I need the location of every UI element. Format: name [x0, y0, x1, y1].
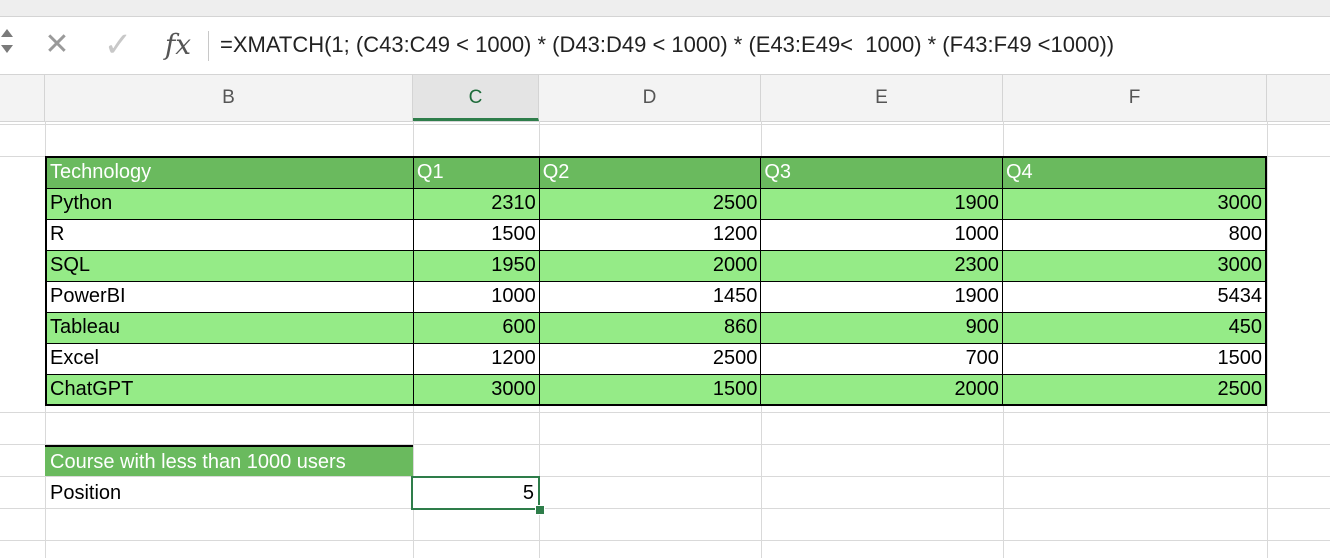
- cell-q1[interactable]: 1500: [412, 218, 540, 251]
- name-box-stepper[interactable]: [0, 23, 14, 59]
- cell-q3[interactable]: 1900: [760, 187, 1003, 220]
- cell-q4[interactable]: 5434: [1001, 280, 1267, 313]
- table-row: PowerBI 1000 1450 1900 5434: [45, 280, 1267, 313]
- cell-q1[interactable]: 1200: [412, 342, 540, 375]
- cell-q2[interactable]: 1500: [538, 373, 762, 406]
- cell-q1[interactable]: 600: [412, 311, 540, 344]
- select-all-corner[interactable]: [0, 75, 45, 121]
- summary-header-cell[interactable]: Course with less than 1000 users: [45, 445, 413, 476]
- technology-table: Technology Q1 Q2 Q3 Q4 Python 2310 2500 …: [45, 156, 1267, 406]
- column-header-c[interactable]: C: [413, 75, 539, 121]
- table-row: R 1500 1200 1000 800: [45, 218, 1267, 251]
- cell-technology[interactable]: ChatGPT: [45, 373, 414, 406]
- cell-q2[interactable]: 1450: [538, 280, 762, 313]
- cell-q2[interactable]: 2500: [538, 187, 762, 220]
- checkmark-icon[interactable]: ✓: [98, 25, 138, 65]
- column-header-b[interactable]: B: [45, 75, 413, 121]
- header-technology[interactable]: Technology: [45, 156, 414, 189]
- formula-bar: ✕ ✓ fx =XMATCH(1; (C43:C49 < 1000) * (D4…: [0, 17, 1330, 73]
- column-header-e[interactable]: E: [761, 75, 1003, 121]
- cell-technology[interactable]: Excel: [45, 342, 414, 375]
- cell-technology[interactable]: R: [45, 218, 414, 251]
- cell-q2[interactable]: 2500: [538, 342, 762, 375]
- formula-input[interactable]: =XMATCH(1; (C43:C49 < 1000) * (D43:D49 <…: [220, 27, 1114, 63]
- gridline: [0, 540, 1330, 541]
- close-icon[interactable]: ✕: [40, 25, 74, 65]
- position-label-cell[interactable]: Position: [45, 478, 413, 509]
- cell-q3[interactable]: 2300: [760, 249, 1003, 282]
- fill-handle[interactable]: [535, 505, 545, 515]
- cell-q2[interactable]: 2000: [538, 249, 762, 282]
- cell-q2[interactable]: 1200: [538, 218, 762, 251]
- table-row: Tableau 600 860 900 450: [45, 311, 1267, 344]
- table-header-row: Technology Q1 Q2 Q3 Q4: [45, 156, 1267, 189]
- insert-function-icon[interactable]: fx: [158, 25, 198, 65]
- gridline: [0, 412, 1330, 413]
- table-row: ChatGPT 3000 1500 2000 2500: [45, 373, 1267, 406]
- column-header-row: B C D E F: [0, 74, 1330, 122]
- window-top-strip: [0, 0, 1330, 17]
- cell-q4[interactable]: 1500: [1001, 342, 1267, 375]
- cell-technology[interactable]: PowerBI: [45, 280, 414, 313]
- cell-q3[interactable]: 900: [760, 311, 1003, 344]
- gridline: [1267, 121, 1268, 558]
- table-row: Python 2310 2500 1900 3000: [45, 187, 1267, 220]
- cell-technology[interactable]: Tableau: [45, 311, 414, 344]
- cell-q4[interactable]: 3000: [1001, 249, 1267, 282]
- cell-q4[interactable]: 450: [1001, 311, 1267, 344]
- table-row: Excel 1200 2500 700 1500: [45, 342, 1267, 375]
- stepper-down-icon[interactable]: [1, 45, 13, 53]
- cell-q3[interactable]: 1900: [760, 280, 1003, 313]
- column-header-d[interactable]: D: [539, 75, 761, 121]
- gridline: [0, 124, 1330, 125]
- header-q1[interactable]: Q1: [412, 156, 540, 189]
- stepper-up-icon[interactable]: [1, 29, 13, 37]
- cell-q4[interactable]: 2500: [1001, 373, 1267, 406]
- cell-q2[interactable]: 860: [538, 311, 762, 344]
- table-row: SQL 1950 2000 2300 3000: [45, 249, 1267, 282]
- cell-q3[interactable]: 2000: [760, 373, 1003, 406]
- cell-q4[interactable]: 3000: [1001, 187, 1267, 220]
- header-q3[interactable]: Q3: [760, 156, 1003, 189]
- cell-q1[interactable]: 3000: [412, 373, 540, 406]
- column-header-f[interactable]: F: [1003, 75, 1267, 121]
- column-header-g[interactable]: [1267, 75, 1330, 121]
- cell-q1[interactable]: 2310: [412, 187, 540, 220]
- cell-q1[interactable]: 1950: [412, 249, 540, 282]
- cell-q3[interactable]: 1000: [760, 218, 1003, 251]
- position-result-cell[interactable]: 5: [411, 476, 540, 510]
- header-q4[interactable]: Q4: [1001, 156, 1267, 189]
- header-q2[interactable]: Q2: [538, 156, 762, 189]
- cell-q1[interactable]: 1000: [412, 280, 540, 313]
- cell-q3[interactable]: 700: [760, 342, 1003, 375]
- formula-bar-divider: [208, 31, 209, 61]
- cell-technology[interactable]: SQL: [45, 249, 414, 282]
- cell-technology[interactable]: Python: [45, 187, 414, 220]
- cell-q4[interactable]: 800: [1001, 218, 1267, 251]
